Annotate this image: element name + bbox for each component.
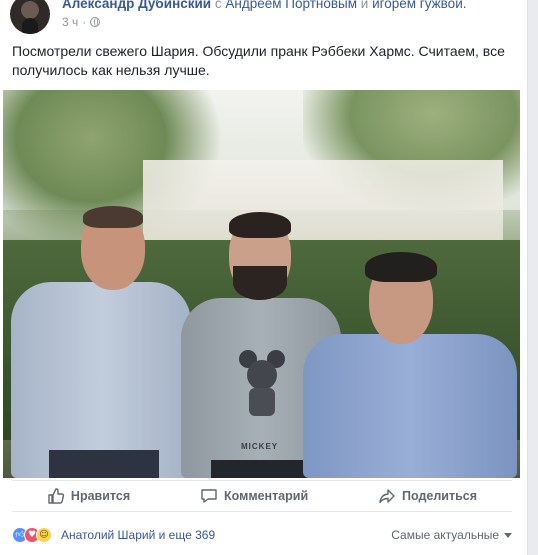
person-left (11, 200, 191, 478)
action-bar: Нравится Комментарий Поделиться (12, 480, 512, 512)
person-middle-hair (229, 212, 291, 238)
chevron-down-icon (504, 532, 512, 538)
post-card: Александр Дубинский с Андреем Портновым … (0, 0, 528, 555)
sort-comments-dropdown[interactable]: Самые актуальные (391, 528, 512, 542)
post-header: Александр Дубинский с Андреем Портновым … (10, 0, 520, 34)
like-label: Нравится (70, 489, 131, 503)
with-text: с (214, 0, 222, 11)
tagged-person-link-2[interactable]: игорем гужвой. (372, 0, 466, 11)
globe-icon[interactable] (90, 17, 101, 27)
meta-separator: · (82, 15, 87, 29)
shirt-print-text: MICKEY (241, 442, 279, 451)
reactions-summary[interactable]: 👍︎ ♥ ☺ Анатолий Шарий и еще 369 (12, 527, 215, 543)
post-meta: 3 ч · (62, 15, 101, 29)
and-text: и (360, 0, 369, 11)
comment-bubble-icon (201, 489, 217, 503)
author-name-link[interactable]: Александр Дубинский (62, 0, 211, 11)
post-photo[interactable]: MICKEY (3, 90, 520, 478)
thumbs-up-icon (48, 488, 65, 504)
person-middle-beard (233, 266, 287, 300)
like-button[interactable]: Нравится (47, 487, 130, 505)
person-left-pants (49, 450, 159, 478)
author-avatar[interactable] (10, 0, 50, 34)
person-right-shirt (303, 334, 517, 478)
haha-reaction-icon: ☺ (36, 527, 52, 543)
reactions-count-text[interactable]: Анатолий Шарий и еще 369 (61, 528, 215, 542)
post-text: Посмотрели свежего Шария. Обсудили пранк… (12, 43, 505, 78)
reaction-icons: 👍︎ ♥ ☺ (12, 527, 52, 543)
share-label: Поделиться (402, 489, 478, 503)
person-left-shirt (11, 282, 191, 478)
post-timestamp-link[interactable]: 3 ч (62, 15, 78, 29)
person-left-hair (83, 206, 143, 228)
share-button[interactable]: Поделиться (378, 487, 477, 505)
person-right (303, 248, 517, 478)
mickey-print (239, 350, 285, 420)
author-line: Александр Дубинский с Андреем Портновым … (62, 0, 466, 11)
person-middle-pants (211, 460, 311, 478)
person-right-hair (365, 252, 437, 282)
mickey-face (247, 360, 277, 390)
share-arrow-icon (379, 489, 395, 504)
tagged-person-link-1[interactable]: Андреем Портновым (225, 0, 357, 11)
mickey-body (249, 388, 275, 416)
comment-label: Комментарий (223, 489, 309, 503)
sort-label: Самые актуальные (391, 528, 499, 542)
comment-button[interactable]: Комментарий (200, 487, 308, 505)
reactions-row: 👍︎ ♥ ☺ Анатолий Шарий и еще 369 Самые ак… (12, 522, 512, 548)
